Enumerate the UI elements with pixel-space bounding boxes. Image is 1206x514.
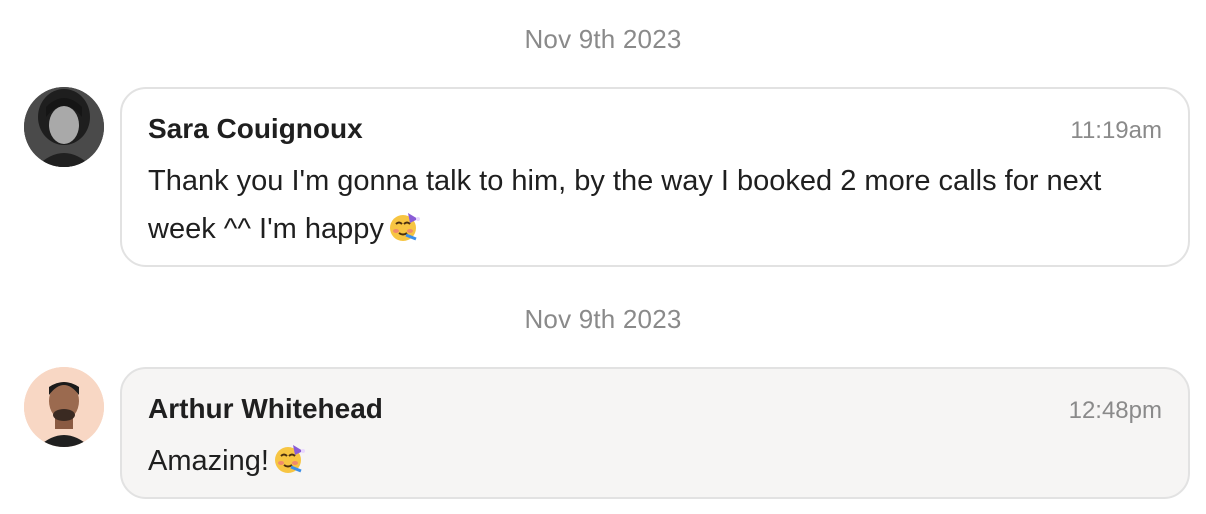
sender-name: Sara Couignoux [148, 113, 363, 144]
message-text-container: Amazing! [148, 437, 1148, 485]
chat-thread: Nov 9th 2023 Sara Couignoux 11:19am Than… [0, 0, 1206, 514]
message-text: Thank you I'm gonna talk to him, by the … [148, 165, 1102, 245]
date-separator: Nov 9th 2023 [524, 304, 682, 334]
sender-name: Arthur Whitehead [148, 393, 383, 424]
avatar[interactable] [24, 87, 104, 167]
message-text: Amazing! [148, 445, 269, 477]
message-bubble[interactable]: Sara Couignoux 11:19am Thank you I'm gon… [120, 87, 1190, 267]
avatar[interactable] [24, 367, 104, 447]
partying-face-emoji-icon [273, 443, 305, 475]
message-text-container: Thank you I'm gonna talk to him, by the … [148, 157, 1148, 253]
partying-face-emoji-icon [388, 211, 420, 243]
message-timestamp: 11:19am [1070, 117, 1162, 144]
message-bubble[interactable]: Arthur Whitehead 12:48pm Amazing! [120, 367, 1190, 499]
avatar-photo-arthur [24, 367, 104, 447]
date-separator: Nov 9th 2023 [524, 24, 682, 54]
avatar-photo-sara [24, 87, 104, 167]
message-timestamp: 12:48pm [1068, 397, 1162, 424]
